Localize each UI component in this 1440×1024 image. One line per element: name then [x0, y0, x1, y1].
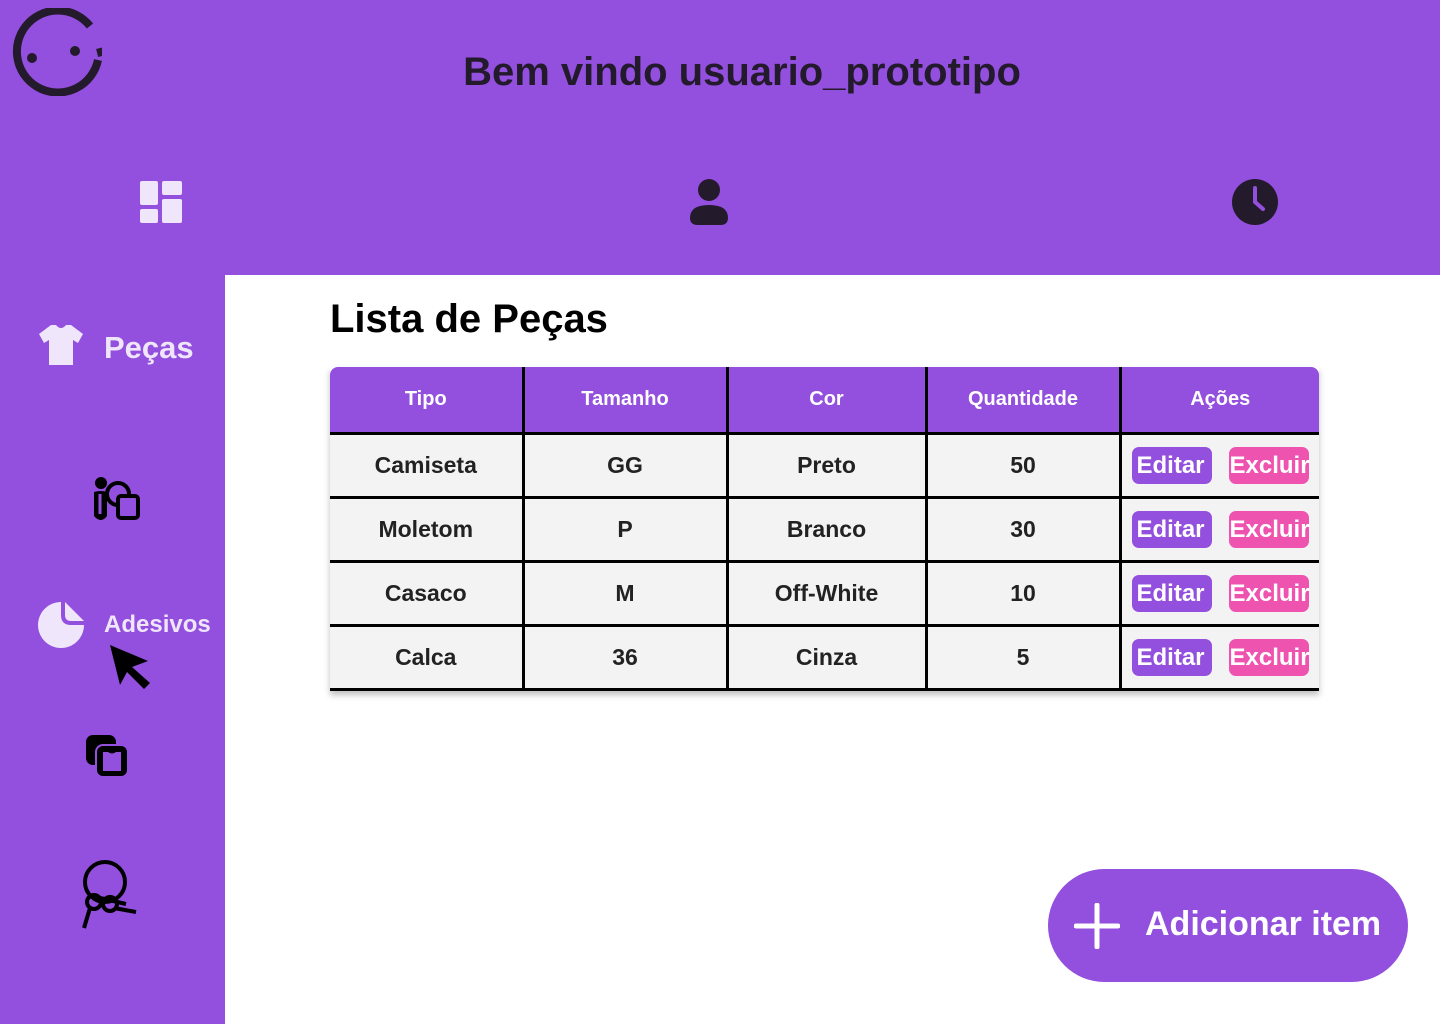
delete-button[interactable]: Excluir — [1228, 575, 1309, 612]
cell-quantidade: 10 — [924, 560, 1122, 627]
table-row: Camiseta GG Preto 50 Editar Excluir — [330, 432, 1319, 499]
table-row: Casaco M Off-White 10 Editar Excluir — [330, 560, 1319, 627]
delete-button[interactable]: Excluir — [1228, 639, 1309, 676]
column-header-tamanho: Tamanho — [521, 367, 729, 435]
cell-tipo: Moletom — [330, 496, 525, 563]
edit-button[interactable]: Editar — [1131, 447, 1212, 484]
cell-quantidade: 5 — [924, 624, 1122, 691]
cell-quantidade: 30 — [924, 496, 1122, 563]
cell-tamanho: GG — [521, 432, 729, 499]
pieces-table: Tipo Tamanho Cor Quantidade Ações Camise… — [330, 367, 1319, 691]
edit-button[interactable]: Editar — [1131, 511, 1212, 548]
tshirt-icon[interactable] — [39, 325, 83, 365]
table-row: Calca 36 Cinza 5 Editar Excluir — [330, 624, 1319, 691]
sticker-icon[interactable] — [37, 601, 85, 649]
cell-tipo: Calca — [330, 624, 525, 691]
cell-quantidade: 50 — [924, 432, 1122, 499]
cell-acoes: Editar Excluir — [1118, 496, 1319, 563]
cell-tipo: Camiseta — [330, 432, 525, 499]
column-header-quantidade: Quantidade — [924, 367, 1122, 435]
keyrings-icon[interactable] — [80, 860, 138, 930]
paint-icon[interactable] — [92, 476, 142, 524]
column-header-tipo: Tipo — [330, 367, 525, 435]
cell-acoes: Editar Excluir — [1118, 624, 1319, 691]
delete-button[interactable]: Excluir — [1228, 511, 1309, 548]
cell-tipo: Casaco — [330, 560, 525, 627]
cell-cor: Off-White — [725, 560, 928, 627]
clock-icon[interactable] — [1231, 178, 1279, 226]
layers-icon[interactable] — [84, 733, 130, 779]
cell-cor: Branco — [725, 496, 928, 563]
cell-acoes: Editar Excluir — [1118, 432, 1319, 499]
user-icon[interactable] — [690, 178, 728, 226]
dashboard-icon[interactable] — [140, 181, 182, 223]
cell-cor: Preto — [725, 432, 928, 499]
page-title: Lista de Peças — [330, 297, 608, 341]
plus-icon — [1074, 903, 1120, 949]
cell-tamanho: M — [521, 560, 729, 627]
add-item-button[interactable]: Adicionar item — [1048, 869, 1408, 982]
sidebar-item-pecas[interactable]: Peças — [104, 330, 194, 366]
welcome-title: Bem vindo usuario_prototipo — [463, 50, 1021, 94]
column-header-acoes: Ações — [1118, 367, 1319, 435]
cell-cor: Cinza — [725, 624, 928, 691]
delete-button[interactable]: Excluir — [1228, 447, 1309, 484]
cell-acoes: Editar Excluir — [1118, 560, 1319, 627]
column-header-cor: Cor — [725, 367, 928, 435]
edit-button[interactable]: Editar — [1131, 575, 1212, 612]
cell-tamanho: P — [521, 496, 729, 563]
cursor-icon — [110, 645, 150, 689]
edit-button[interactable]: Editar — [1131, 639, 1212, 676]
cell-tamanho: 36 — [521, 624, 729, 691]
table-row: Moletom P Branco 30 Editar Excluir — [330, 496, 1319, 563]
add-item-label: Adicionar item — [1145, 905, 1382, 943]
sidebar-item-adesivos[interactable]: Adesivos — [104, 611, 211, 639]
